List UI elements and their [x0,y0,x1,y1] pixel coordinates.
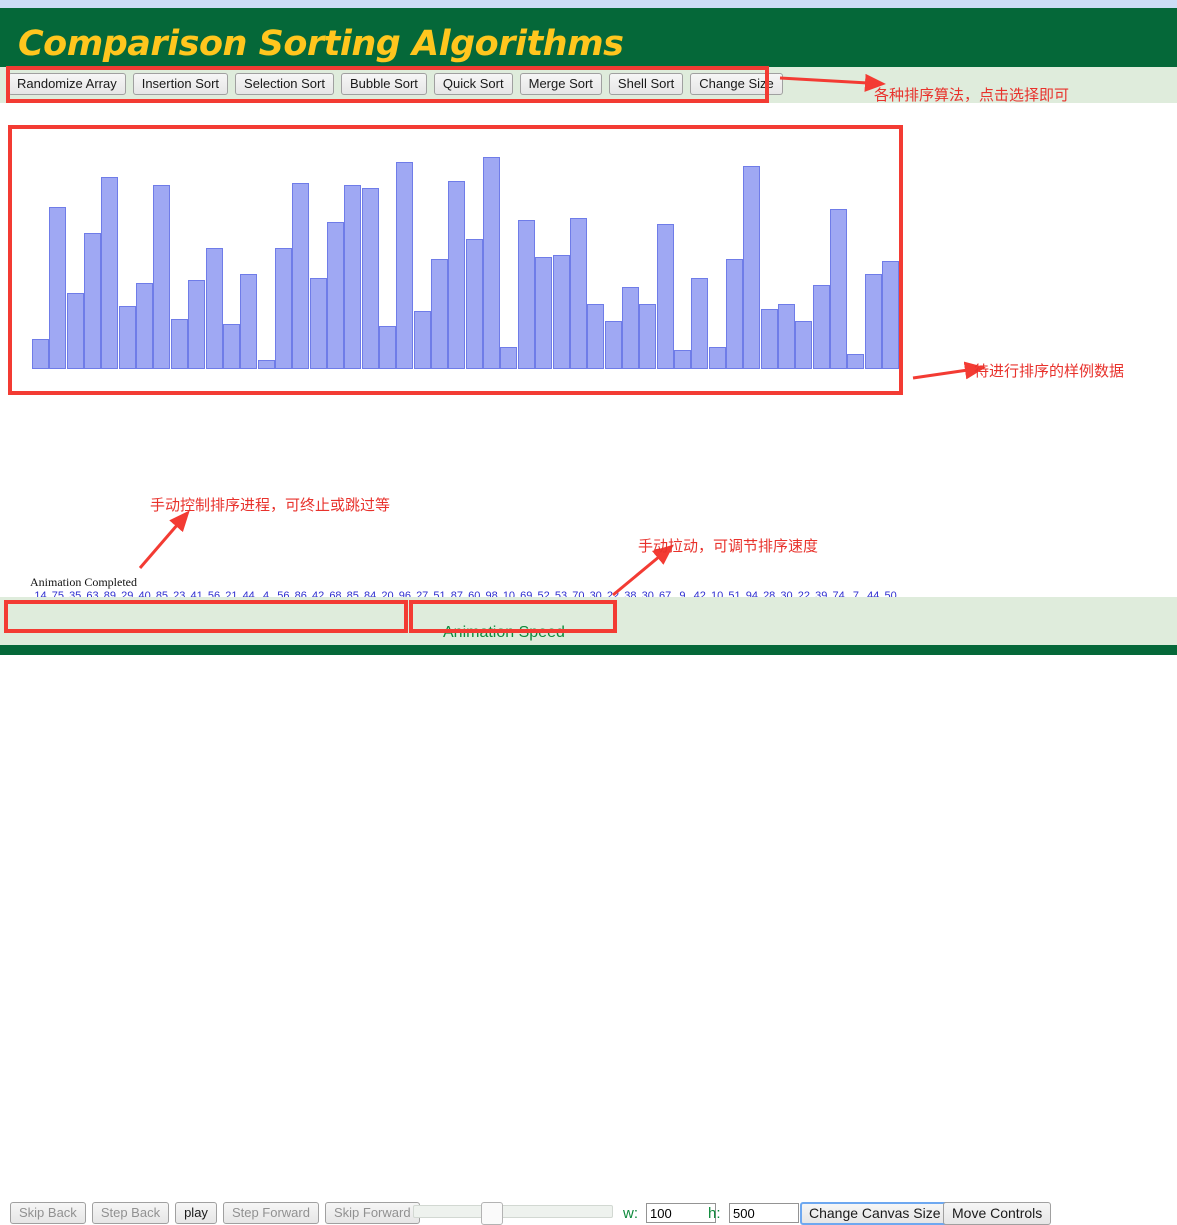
canvas-width-input[interactable] [646,1203,716,1223]
step-back-button[interactable]: Step Back [91,1202,170,1224]
canvas-height-input[interactable] [729,1203,799,1223]
slider-thumb[interactable] [481,1202,503,1225]
play-button[interactable]: play [175,1202,217,1224]
height-label: h: [708,1205,721,1222]
move-controls-button[interactable]: Move Controls [943,1202,1052,1225]
change-canvas-size-button[interactable]: Change Canvas Size [800,1202,950,1225]
annotation-text-algorithms: 各种排序算法，点击选择即可 [874,86,1070,104]
animation-speed-slider[interactable] [413,1202,613,1225]
skip-back-button[interactable]: Skip Back [10,1202,86,1224]
step-forward-button[interactable]: Step Forward [222,1202,319,1224]
width-label: w: [623,1205,638,1222]
playback-button-group: Skip Back Step Back play Step Forward Sk… [10,1202,420,1224]
slider-track[interactable] [413,1205,613,1218]
skip-forward-button[interactable]: Skip Forward [324,1202,420,1224]
annotation-text-chart: 待进行排序的样例数据 [974,362,1125,380]
annotation-text-playback: 手动控制排序进程，可终止或跳过等 [150,496,391,514]
annotation-text-slider: 手动拉动，可调节排序速度 [638,537,819,555]
